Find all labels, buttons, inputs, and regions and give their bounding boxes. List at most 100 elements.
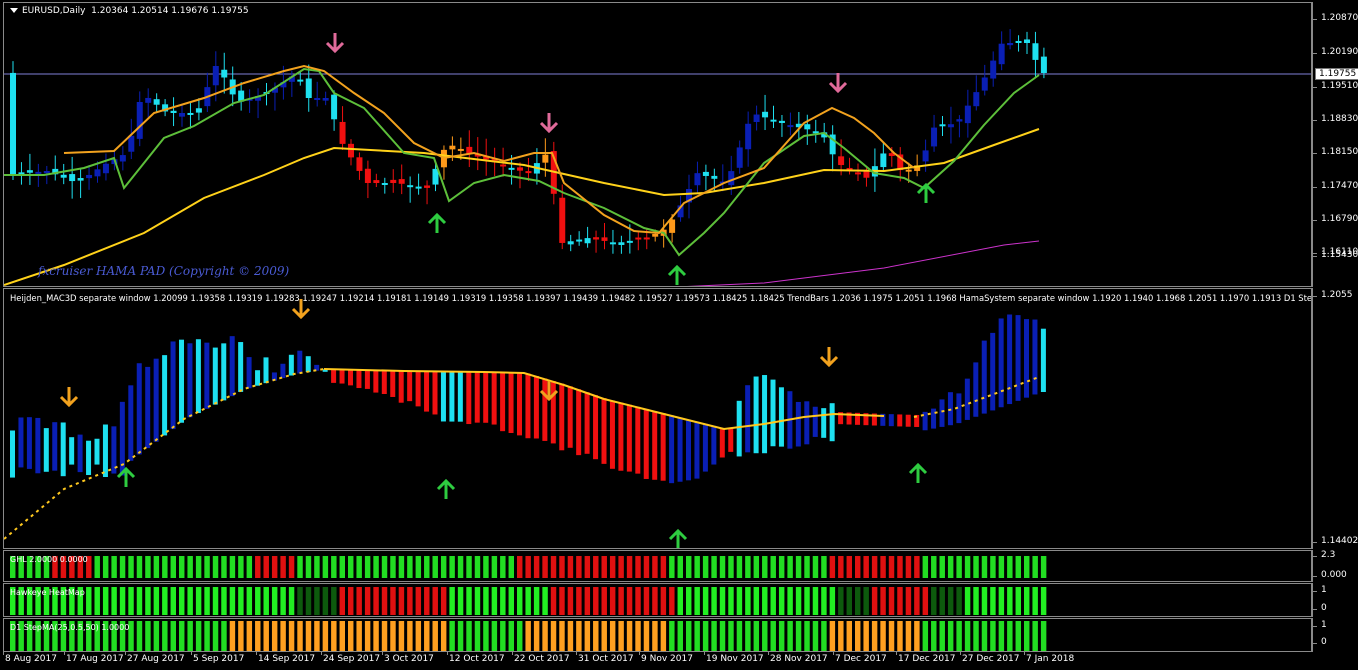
heatmap-bar: [652, 587, 658, 615]
ghl-plot[interactable]: GHL 2.0000 0.0000: [3, 550, 1312, 582]
heatmap-bar: [390, 587, 396, 615]
heatmap-bar: [356, 587, 362, 615]
histogram-bar: [517, 372, 522, 436]
ghl-pane[interactable]: GHL 2.0000 0.0000 2.3 0.000: [0, 550, 1358, 582]
ghl-bar: [762, 556, 768, 578]
price-scale[interactable]: 1.20870 1.20190 1.19755 1.19510 1.18830 …: [1311, 2, 1358, 287]
stepma-bar: [314, 621, 320, 651]
stepma-bar: [136, 621, 143, 651]
heatmap-bar: [339, 587, 345, 615]
d1-stepma-plot[interactable]: D1 StepMA(25,0.5,50) 1.0000: [3, 618, 1312, 652]
stepma-bar: [305, 621, 312, 651]
stepma-bar: [145, 621, 151, 651]
heatmap-bar: [187, 587, 193, 615]
stepma-bar: [195, 621, 202, 651]
candle-body: [745, 123, 752, 150]
time-axis[interactable]: 8 Aug 2017 17 Aug 2017 27 Aug 2017 5 Sep 20…: [0, 652, 1358, 670]
heatmap-bar: [846, 587, 852, 615]
candle-body: [1024, 39, 1030, 43]
histogram-bar: [449, 371, 455, 422]
candle-body: [212, 66, 219, 86]
ghl-bar: [339, 556, 345, 578]
stepma-bar: [187, 621, 193, 651]
hawkeye-heatmap-pane[interactable]: Hawkeye HeatMap 1 0: [0, 583, 1358, 617]
histogram-bar: [829, 403, 835, 442]
histogram-bar: [339, 369, 345, 384]
candle-body: [373, 180, 380, 183]
time-axis-label: 12 Oct 2017: [449, 654, 505, 664]
candle-body: [1032, 43, 1039, 60]
histogram-bar: [255, 370, 261, 386]
main-chart-pane[interactable]: EURUSD,Daily 1.20364 1.20514 1.19676 1.1…: [0, 0, 1358, 287]
histogram-bar: [888, 414, 894, 427]
histogram-bar: [390, 370, 396, 397]
heatmap-bar: [855, 587, 861, 615]
candle-body: [804, 124, 811, 130]
stepma-bar: [457, 621, 464, 651]
ghl-scale[interactable]: 2.3 0.000: [1311, 550, 1358, 582]
main-chart-plot[interactable]: EURUSD,Daily 1.20364 1.20514 1.19676 1.1…: [3, 2, 1312, 287]
stepma-bar: [339, 621, 345, 651]
ghl-bar: [322, 556, 329, 578]
heatmap-bar: [212, 587, 219, 615]
histogram-bar: [440, 371, 446, 422]
histogram-bar: [18, 417, 24, 468]
stepma-bar: [255, 621, 261, 651]
heijden-scale[interactable]: 1.2055 1.14402: [1311, 288, 1358, 549]
histogram-bar: [60, 422, 66, 477]
histogram-bar: [576, 389, 582, 456]
ghl-bar: [263, 556, 269, 578]
time-axis-label: 28 Nov 2017: [770, 654, 828, 664]
ghl-bar: [576, 556, 582, 578]
stepma-bar: [964, 621, 971, 651]
chart-menu-caret-icon[interactable]: [10, 8, 18, 13]
ghl-bar: [179, 556, 185, 578]
stepma-bar: [1024, 621, 1030, 651]
ghl-bar: [145, 556, 151, 578]
heatmap-bar: [432, 587, 438, 615]
heijden-mac3d-plot[interactable]: Heijden_MAC3D separate window 1.20099 1.…: [3, 288, 1312, 549]
ghl-bar: [94, 556, 100, 578]
heatmap-bar: [440, 587, 447, 615]
time-tick: [512, 652, 513, 655]
histogram-bar: [373, 370, 379, 393]
candle-body: [153, 99, 160, 105]
d1-stepma-pane[interactable]: D1 StepMA(25,0.5,50) 1.0000 1 0: [0, 618, 1358, 652]
stepma-bar: [348, 621, 354, 651]
histogram-bar: [533, 375, 539, 439]
histogram-bar: [795, 401, 801, 447]
histogram-bar: [728, 428, 734, 452]
heijden-mac3d-pane[interactable]: Heijden_MAC3D separate window 1.20099 1.…: [0, 288, 1358, 549]
stepma-bar: [728, 621, 734, 651]
heatmap-bar: [128, 587, 134, 615]
sell-signal-arrow-icon: [828, 73, 848, 94]
candle-body: [517, 167, 523, 171]
heijden-mac3d-canvas[interactable]: [4, 289, 1312, 549]
stepma-bar: [922, 621, 929, 651]
candle-body: [947, 124, 954, 128]
stepma-bar: [956, 621, 962, 651]
ghl-bar: [331, 556, 337, 578]
time-axis-label: 17 Aug 2017: [66, 654, 124, 664]
heatmap-bar: [1040, 587, 1047, 615]
stepma-bar: [1015, 621, 1021, 651]
histogram-bar: [415, 371, 421, 407]
price-chart-canvas[interactable]: [4, 3, 1312, 287]
histogram-bar: [1032, 319, 1038, 395]
stepma-bar: [550, 621, 557, 651]
heatmap-bar: [804, 587, 810, 615]
candle-body: [922, 150, 929, 162]
ghl-bar: [449, 556, 455, 578]
histogram-bar: [711, 425, 717, 465]
hawkeye-heatmap-plot[interactable]: Hawkeye HeatMap: [3, 583, 1312, 617]
time-axis-label: 24 Sep 2017: [323, 654, 381, 664]
heatmap-bar: [880, 587, 886, 615]
heatmap-bar: [812, 587, 819, 615]
time-tick: [1024, 652, 1025, 655]
stepma-scale[interactable]: 1 0: [1312, 618, 1358, 652]
heatmap-scale[interactable]: 1 0: [1312, 583, 1358, 617]
stepma-bar: [517, 621, 523, 651]
heatmap-bar: [305, 587, 312, 615]
histogram-bar: [424, 371, 430, 412]
heatmap-bar: [297, 587, 303, 615]
